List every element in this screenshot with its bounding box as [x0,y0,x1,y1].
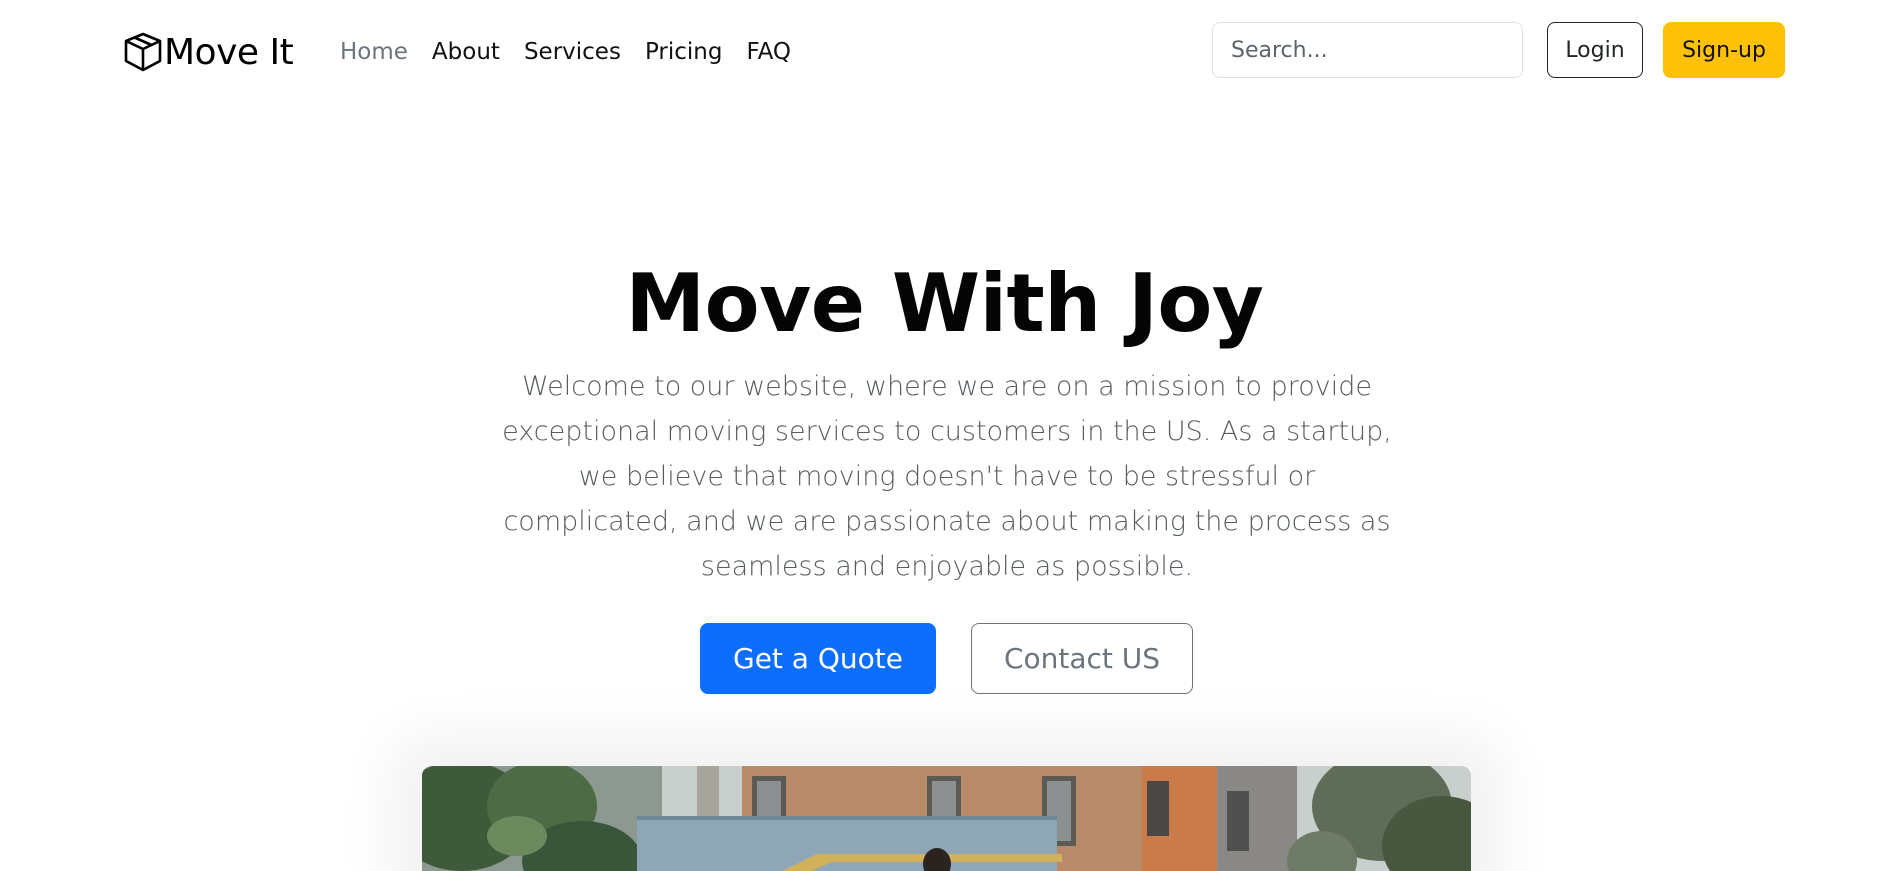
hero-title: Move With Joy [625,257,1264,350]
search-input[interactable] [1212,22,1523,78]
login-button[interactable]: Login [1547,22,1643,78]
nav-item-services[interactable]: Services [512,34,633,70]
hero-description: Welcome to our website, where we are on … [502,371,1392,582]
navbar: Move It Home About Services Pricing FAQ … [0,0,1889,104]
nav-menu: Home About Services Pricing FAQ [328,34,803,70]
hero-image [422,766,1471,871]
nav-item-pricing[interactable]: Pricing [633,34,735,70]
box-icon [124,32,162,72]
contact-us-button[interactable]: Contact US [971,623,1193,694]
brand-name: Move It [164,31,294,73]
get-quote-button[interactable]: Get a Quote [700,623,936,694]
nav-item-home[interactable]: Home [328,34,420,70]
nav-item-about[interactable]: About [420,34,512,70]
page: Move It Home About Services Pricing FAQ … [0,0,1889,871]
brand-link[interactable]: Move It [122,30,294,74]
signup-button[interactable]: Sign-up [1663,22,1785,78]
nav-item-faq[interactable]: FAQ [734,34,803,70]
hero-photo [422,766,1471,871]
